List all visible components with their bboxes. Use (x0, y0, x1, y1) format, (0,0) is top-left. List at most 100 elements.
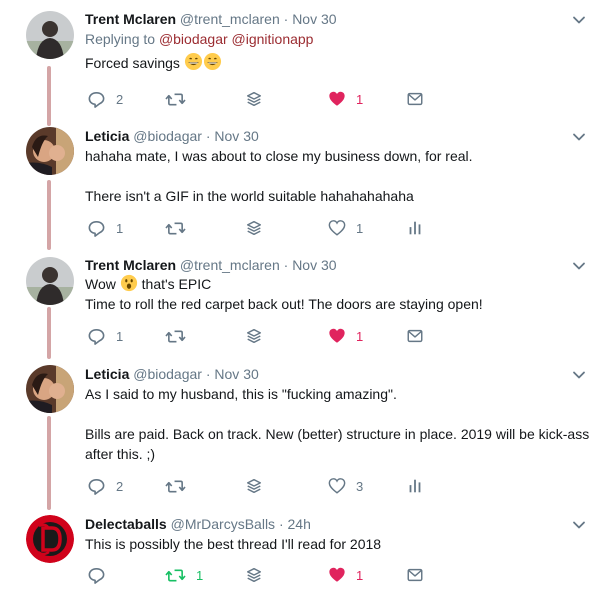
reply-button[interactable]: 2 (87, 88, 123, 110)
layers-icon (245, 327, 263, 345)
reply-icon (87, 566, 106, 585)
like-count: 1 (356, 91, 364, 107)
retweet-button[interactable] (165, 217, 186, 239)
reply-icon (87, 327, 106, 346)
replying-to: Replying to @biodagar @ignitionapp (85, 30, 590, 48)
analytics-button[interactable] (406, 217, 424, 239)
tweet-text: As I said to my husband, this is "fuckin… (85, 384, 590, 464)
tweet-header: Leticia @biodagar · Nov 30 (85, 127, 590, 145)
mention-link[interactable]: @biodagar (159, 31, 228, 47)
timestamp[interactable]: 24h (288, 516, 311, 532)
mail-icon (406, 327, 424, 345)
tweet-text-line: As I said to my husband, this is "fuckin… (85, 386, 397, 402)
author-handle[interactable]: @MrDarcysBalls (171, 516, 275, 532)
reply-icon (87, 90, 106, 109)
retweet-button[interactable] (165, 325, 186, 347)
avatar[interactable] (26, 11, 74, 59)
author-name[interactable]: Leticia (85, 128, 129, 144)
chevron-down-icon[interactable] (572, 13, 586, 27)
retweet-count: 1 (196, 567, 204, 583)
tweet-header: Trent Mclaren @trent_mclaren · Nov 30 (85, 256, 590, 274)
mention-link[interactable]: @ignitionapp (232, 31, 314, 47)
avatar[interactable] (26, 515, 74, 563)
chevron-down-icon[interactable] (572, 368, 586, 382)
layers-icon (245, 219, 263, 237)
author-name[interactable]: Trent Mclaren (85, 257, 176, 273)
reply-button[interactable]: 1 (87, 325, 123, 347)
avatar[interactable] (26, 127, 74, 175)
direct-message-button[interactable] (406, 88, 424, 110)
tweet-header: Delectaballs @MrDarcysBalls · 24h (85, 515, 590, 533)
tweet[interactable]: Trent Mclaren @trent_mclaren · Nov 30 Wo… (0, 250, 614, 360)
author-handle[interactable]: @trent_mclaren (180, 257, 280, 273)
tweet[interactable]: Delectaballs @MrDarcysBalls · 24h This i… (0, 510, 614, 590)
author-handle[interactable]: @trent_mclaren (180, 11, 280, 27)
astonished-emoji-icon (120, 274, 138, 292)
chevron-down-icon[interactable] (572, 259, 586, 273)
tweet-text: hahaha mate, I was about to close my bus… (85, 146, 590, 206)
retweet-icon (165, 327, 186, 346)
tweet[interactable]: Trent Mclaren @trent_mclaren · Nov 30 Re… (0, 0, 614, 120)
reply-button[interactable] (87, 564, 106, 586)
reply-count: 1 (116, 220, 124, 236)
chevron-down-icon[interactable] (572, 130, 586, 144)
like-button[interactable]: 1 (328, 217, 363, 239)
retweet-button[interactable]: 1 (165, 564, 203, 586)
tweet-text-line: Forced savings (85, 55, 180, 71)
reply-count: 2 (116, 478, 124, 494)
reply-button[interactable]: 1 (87, 217, 123, 239)
like-count: 1 (356, 220, 364, 236)
reply-button[interactable]: 2 (87, 475, 123, 497)
separator-dot: · (283, 11, 289, 27)
like-button[interactable]: 3 (328, 475, 363, 497)
like-button[interactable]: 1 (328, 564, 363, 586)
author-handle[interactable]: @biodagar (133, 128, 202, 144)
like-count: 1 (356, 328, 364, 344)
analytics-button[interactable] (406, 475, 424, 497)
like-button[interactable]: 1 (328, 325, 363, 347)
avatar[interactable] (26, 365, 74, 413)
timestamp[interactable]: Nov 30 (292, 257, 336, 273)
tweet-text-line: hahaha mate, I was about to close my bus… (85, 148, 473, 164)
heart-icon (328, 477, 346, 495)
add-to-stack-button[interactable] (245, 564, 263, 586)
like-button[interactable]: 1 (328, 88, 363, 110)
add-to-stack-button[interactable] (245, 88, 263, 110)
author-name[interactable]: Delectaballs (85, 516, 167, 532)
retweet-icon (165, 477, 186, 496)
author-handle[interactable]: @biodagar (133, 366, 202, 382)
tweet-text-line: Wow (85, 276, 116, 292)
mail-icon (406, 90, 424, 108)
layers-icon (245, 477, 263, 495)
retweet-icon (165, 566, 186, 585)
separator-dot: · (205, 366, 211, 382)
add-to-stack-button[interactable] (245, 325, 263, 347)
tweet-text-line: Bills are paid. Back on track. New (bett… (85, 426, 590, 462)
tweet[interactable]: Leticia @biodagar · Nov 30 As I said to … (0, 360, 614, 510)
author-name[interactable]: Trent Mclaren (85, 11, 176, 27)
tweet-text: Forced savings (85, 52, 590, 73)
author-name[interactable]: Leticia (85, 366, 129, 382)
tweet-text-line: There isn't a GIF in the world suitable … (85, 188, 414, 204)
separator-dot: · (278, 516, 284, 532)
tweet-text-line: Time to roll the red carpet back out! Th… (85, 296, 483, 312)
reply-count: 1 (116, 328, 124, 344)
timestamp[interactable]: Nov 30 (292, 11, 336, 27)
heart-icon (328, 219, 346, 237)
direct-message-button[interactable] (406, 325, 424, 347)
bar-chart-icon (406, 477, 424, 495)
bar-chart-icon (406, 219, 424, 237)
direct-message-button[interactable] (406, 564, 424, 586)
retweet-button[interactable] (165, 475, 186, 497)
timestamp[interactable]: Nov 30 (214, 366, 258, 382)
reply-icon (87, 219, 106, 238)
add-to-stack-button[interactable] (245, 475, 263, 497)
avatar[interactable] (26, 257, 74, 305)
timestamp[interactable]: Nov 30 (214, 128, 258, 144)
add-to-stack-button[interactable] (245, 217, 263, 239)
chevron-down-icon[interactable] (572, 518, 586, 532)
retweet-button[interactable] (165, 88, 186, 110)
mail-icon (406, 566, 424, 584)
tweet-header: Leticia @biodagar · Nov 30 (85, 365, 590, 383)
tweet[interactable]: Leticia @biodagar · Nov 30 hahaha mate, … (0, 120, 614, 250)
